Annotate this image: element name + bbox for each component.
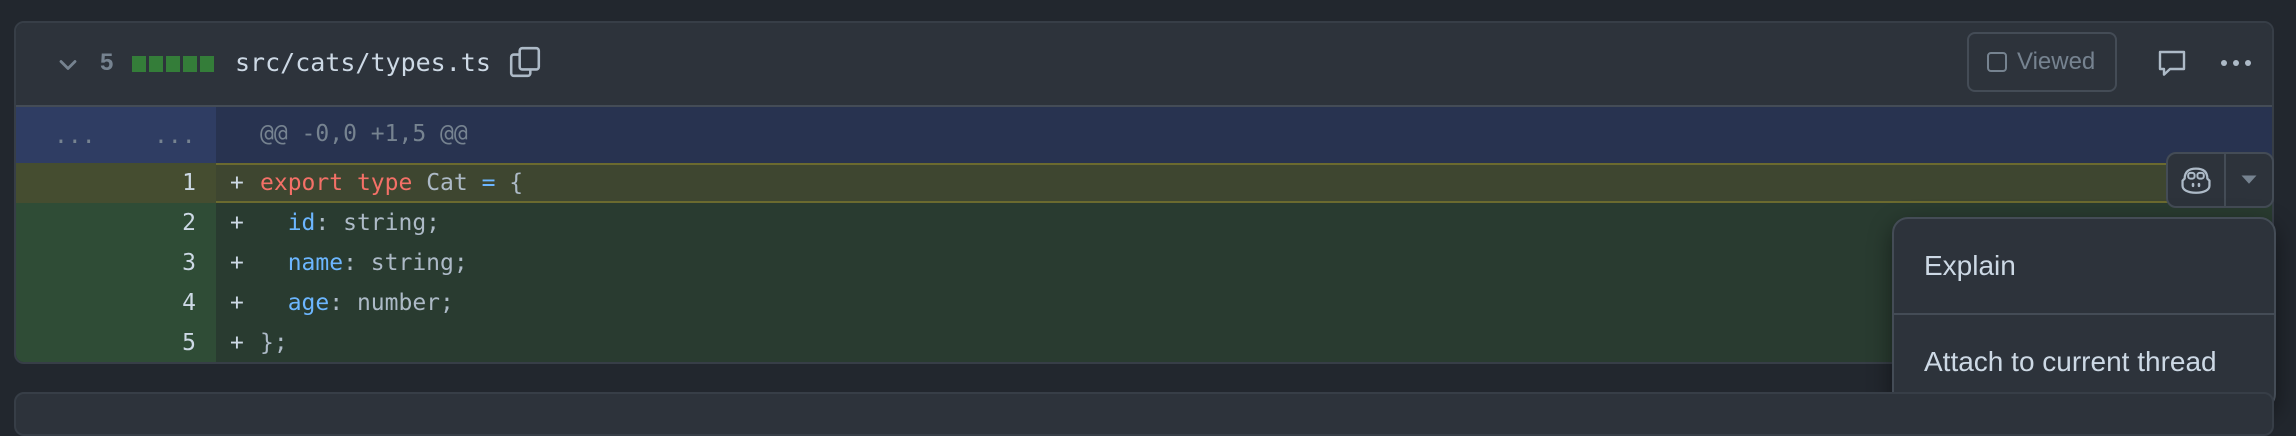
viewed-checkbox-button[interactable]: Viewed — [1967, 32, 2117, 92]
code-line: export type Cat = { — [260, 170, 523, 196]
code-line: age: number; — [260, 290, 454, 316]
diffstat-block — [166, 56, 180, 72]
code-token: Cat — [412, 170, 482, 196]
diffstat-block — [132, 56, 146, 72]
copilot-icon[interactable] — [2168, 154, 2226, 206]
code-token: age — [287, 290, 330, 316]
code-token: = — [481, 170, 496, 196]
line-number[interactable]: 5 — [182, 330, 196, 356]
code-token: }; — [260, 330, 288, 356]
diff-sign: + — [230, 330, 244, 356]
comment-icon[interactable] — [2156, 47, 2188, 79]
viewed-checkbox[interactable] — [1987, 52, 2007, 72]
line-number[interactable]: 1 — [182, 170, 196, 196]
copilot-split-button[interactable] — [2166, 152, 2274, 208]
code-token: { — [495, 170, 524, 196]
change-count: 5 — [100, 49, 114, 76]
code-line: }; — [260, 330, 288, 356]
code-token: : string; — [343, 250, 468, 276]
line-number[interactable]: 4 — [182, 290, 196, 316]
file-header: 5 src/cats/types.ts Viewed — [16, 23, 2272, 107]
code-line: id: string; — [260, 210, 440, 236]
diffstat-block — [200, 56, 214, 72]
code-token: type — [356, 170, 413, 196]
code-token: : string; — [315, 210, 441, 236]
code-token: id — [287, 210, 316, 236]
diffstat-block — [149, 56, 163, 72]
diff-sign: + — [230, 210, 244, 236]
expand-old-marker[interactable]: ... — [54, 123, 96, 149]
diff-sign: + — [230, 170, 244, 196]
diff-sign: + — [230, 290, 244, 316]
menu-item-explain[interactable]: Explain — [1894, 219, 2274, 313]
code-token: name — [287, 250, 344, 276]
line-number[interactable]: 2 — [182, 210, 196, 236]
chevron-down-icon[interactable] — [54, 51, 82, 79]
triangle-down-icon[interactable] — [2226, 154, 2272, 206]
copilot-action-menu: Explain Attach to current thread — [1892, 217, 2276, 410]
line-number[interactable]: 3 — [182, 250, 196, 276]
diff-sign: + — [230, 250, 244, 276]
copy-icon[interactable] — [508, 45, 542, 79]
code-token: : number; — [329, 290, 454, 316]
diffstat — [132, 56, 214, 72]
diff-line[interactable]: 1 + export type Cat = { — [16, 163, 2272, 203]
kebab-horizontal-icon[interactable] — [2218, 49, 2254, 77]
file-path-link[interactable]: src/cats/types.ts — [235, 48, 491, 77]
hunk-gutter[interactable]: ... ... — [16, 107, 216, 163]
hunk-header-text: @@ -0,0 +1,5 @@ — [260, 121, 468, 147]
viewed-label: Viewed — [2017, 48, 2096, 75]
diffstat-block — [183, 56, 197, 72]
expand-new-marker[interactable]: ... — [154, 123, 196, 149]
hunk-header-row[interactable]: ... ... @@ -0,0 +1,5 @@ — [16, 107, 2272, 163]
code-line: name: string; — [260, 250, 468, 276]
next-file-card — [14, 392, 2274, 436]
code-token: export — [260, 170, 344, 196]
